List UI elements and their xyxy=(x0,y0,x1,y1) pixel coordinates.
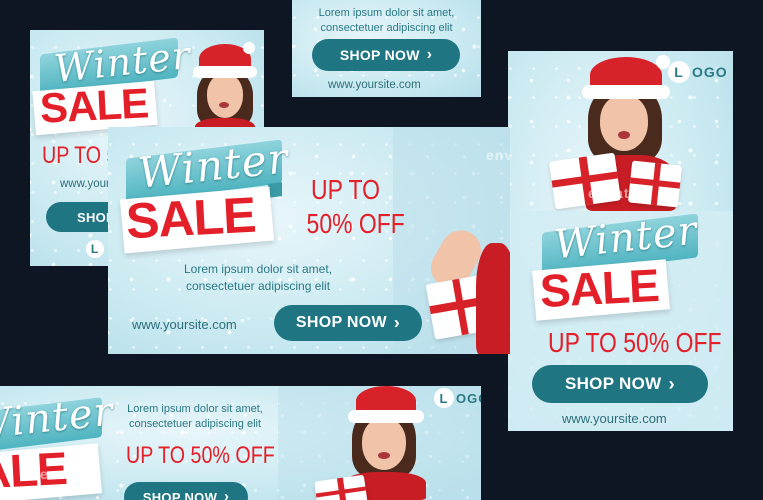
woman-santa-photo xyxy=(423,223,510,354)
watermark: envato xyxy=(486,147,510,163)
shop-now-label: SHOP NOW xyxy=(295,314,387,331)
woman-santa-photo xyxy=(314,386,440,500)
shop-now-button[interactable]: SHOP NOW › xyxy=(532,365,708,403)
shop-now-label: SHOP NOW xyxy=(564,374,662,393)
sale-text: SALE xyxy=(38,79,150,132)
discount-text: UP TO 50% OFF xyxy=(126,442,275,469)
shop-now-label: SHOP NOW xyxy=(339,47,420,63)
banner-top-small: Lorem ipsum dolor sit amet, consectetuer… xyxy=(292,0,481,97)
logo: L OGO xyxy=(434,388,481,408)
site-url[interactable]: www.yoursite.com xyxy=(562,411,667,426)
logo: L xyxy=(86,240,106,258)
lorem-text: Lorem ipsum dolor sit amet, consectetuer… xyxy=(127,403,263,430)
banner-bottom-wide: Winter SALE envato Lorem ipsum dolor sit… xyxy=(0,386,481,500)
chevron-right-icon: › xyxy=(224,488,230,500)
lorem-text: Lorem ipsum dolor sit amet, consectetuer… xyxy=(318,7,455,34)
lorem-text: Lorem ipsum dolor sit amet, consectetuer… xyxy=(183,262,333,293)
site-url[interactable]: www.yoursite.com xyxy=(328,79,421,91)
shop-now-button[interactable]: SHOP NOW › xyxy=(124,482,248,500)
chevron-right-icon: › xyxy=(668,372,676,394)
chevron-right-icon: › xyxy=(426,46,433,64)
banner-center-wide: envato Winter SALE UP TO 50% OFF Lorem i… xyxy=(108,127,510,354)
shop-now-button[interactable]: SHOP NOW › xyxy=(274,305,422,341)
sale-text: SALE xyxy=(124,186,257,250)
site-url[interactable]: www.yoursite.com xyxy=(132,317,237,332)
chevron-right-icon: › xyxy=(393,312,401,333)
shop-now-label: SHOP NOW xyxy=(142,489,218,500)
watermark: envato xyxy=(40,466,92,482)
sale-text: SALE xyxy=(538,258,660,318)
discount-text: UP TO 50% OFF xyxy=(548,327,722,358)
discount-text: UP TO 50% OFF xyxy=(306,174,405,239)
shop-now-button[interactable]: SHOP NOW › xyxy=(312,39,460,71)
watermark: envato xyxy=(588,185,640,201)
banner-right-tall: L OGO envato Winter SALE UP TO 50% OFF S… xyxy=(508,51,733,431)
woman-santa-photo xyxy=(185,30,264,140)
